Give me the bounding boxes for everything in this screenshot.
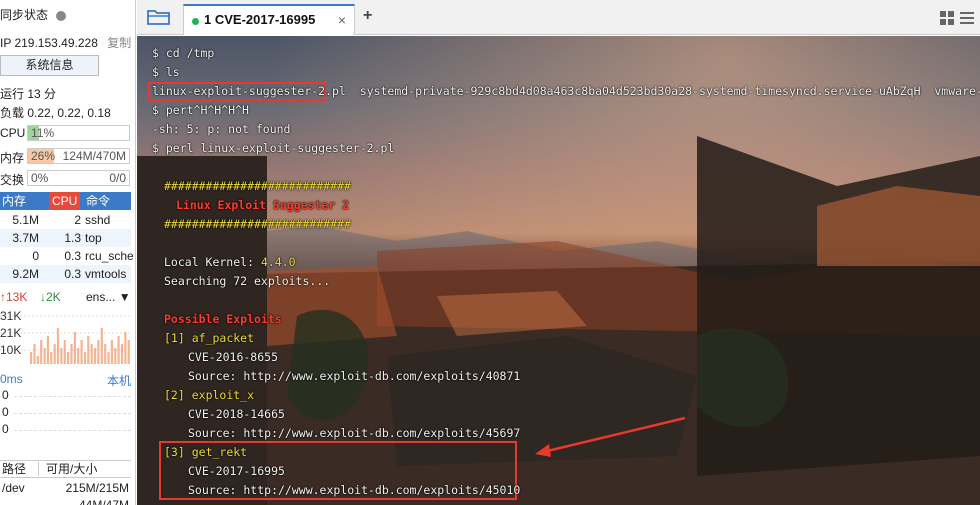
banner-line: ########################### [164, 217, 351, 231]
terminal-line: $ pert^H^H^H^H [152, 103, 249, 117]
terminal-line: $ cd /tmp [152, 46, 215, 60]
network-bar [60, 348, 63, 364]
disk-row[interactable]: 44M/47M [0, 497, 131, 505]
network-bar [114, 348, 117, 364]
exploit-cve: CVE-2016-8655 [188, 350, 279, 364]
exploit-source: Source: http://www.exploit-db.com/exploi… [188, 369, 521, 383]
network-bar [83, 352, 87, 364]
network-bar [73, 332, 76, 364]
terminal-line: $ perl linux-exploit-suggester-2.pl [152, 141, 395, 155]
network-bar [110, 340, 113, 364]
network-bar [97, 340, 100, 364]
sync-status: 同步状态 [0, 6, 67, 23]
disk-table-header: 路径 可用/大小 [0, 460, 131, 478]
network-bar [77, 348, 80, 364]
network-bar [43, 348, 46, 364]
copy-ip-link[interactable]: 复制 [107, 36, 131, 50]
network-bar [33, 344, 36, 364]
network-bar [56, 328, 60, 364]
network-bar [80, 340, 83, 364]
ip-address: IP 219.153.49.228 [0, 36, 98, 50]
new-tab-button[interactable]: + [363, 7, 372, 25]
exploit-entry: [1] af_packet [164, 331, 255, 345]
tick-label: 10K [0, 343, 21, 357]
terminal-line: linux-exploit-suggester-2.pl systemd-pri… [152, 84, 980, 98]
download-rate: ↓2K [40, 290, 61, 304]
process-row[interactable]: 3.7M 1.3 top [0, 229, 131, 247]
col-command[interactable]: 命令 [86, 192, 110, 210]
network-bar [124, 332, 127, 364]
swap-meter: 0% 0/0 [27, 170, 130, 186]
load-average: 负载 0.22, 0.22, 0.18 [0, 106, 111, 120]
connected-dot-icon [192, 18, 199, 25]
possible-exploits-heading: Possible Exploits [164, 312, 282, 326]
terminal-line: Searching 72 exploits... [164, 274, 331, 288]
mem-label: 内存 [0, 151, 25, 165]
exploit-entry: [2] exploit_x [164, 388, 255, 402]
banner-title: Linux Exploit Suggester 2 [176, 198, 350, 212]
exploit-cve: CVE-2017-16995 [188, 464, 285, 478]
uptime: 运行 13 分 [0, 87, 57, 101]
network-bar [87, 336, 90, 364]
tick-label: 21K [0, 326, 21, 340]
network-bar [40, 340, 43, 364]
terminal-line: -sh: 5: p: not found [152, 122, 291, 136]
close-tab-icon[interactable]: × [338, 12, 346, 28]
latency-chart: 0 0 0 [0, 388, 131, 444]
cpu-label: CPU [0, 126, 26, 140]
network-bar [46, 336, 49, 364]
network-summary: ↑13K ↓2K ens... ▼ [0, 290, 131, 308]
network-bar [100, 328, 103, 364]
network-bar [70, 344, 73, 364]
network-chart: 31K 21K 10K [0, 308, 131, 366]
upload-rate: ↑13K [0, 290, 28, 304]
network-bar [36, 356, 39, 364]
network-bar [67, 352, 70, 364]
terminal-line: $ ls [152, 65, 180, 79]
cpu-meter: 11% [27, 125, 130, 141]
tab-bar: 1 CVE-2017-16995 × + [137, 0, 980, 35]
exploit-entry: [3] get_rekt [164, 445, 248, 459]
latency-target[interactable]: 本机 [107, 372, 131, 389]
tab-label: 1 CVE-2017-16995 [204, 12, 316, 27]
col-mem[interactable]: 内存 [2, 192, 26, 210]
network-bar [50, 352, 53, 364]
tick-label: 31K [0, 309, 21, 323]
system-info-button[interactable]: 系统信息 [0, 55, 99, 76]
banner-line: ########################### [164, 179, 351, 193]
grid-icon[interactable] [940, 11, 954, 25]
swap-label: 交换 [0, 173, 25, 187]
ip-row: IP 219.153.49.228 复制 [0, 34, 131, 51]
network-bar [120, 344, 124, 364]
terminal[interactable]: $ cd /tmp $ ls linux-exploit-suggester-2… [137, 36, 980, 505]
network-bar [94, 348, 97, 364]
network-bar [104, 344, 107, 364]
network-bar [117, 336, 120, 364]
network-chart-svg: 31K 21K 10K [0, 309, 131, 364]
col-cpu[interactable]: CPU [49, 192, 81, 210]
menu-icon[interactable] [960, 11, 974, 25]
network-bar [127, 340, 130, 364]
network-bar [90, 344, 93, 364]
mem-meter: 26% 124M/470M [27, 148, 130, 164]
kernel-line: Local Kernel: 4.4.0 [164, 255, 296, 269]
process-row[interactable]: 0 0.3 rcu_sche [0, 247, 133, 265]
dropdown-arrow-icon: ▼ [118, 290, 131, 304]
network-bar [63, 340, 66, 364]
exploit-source: Source: http://www.exploit-db.com/exploi… [188, 483, 521, 497]
disk-row[interactable]: /dev 215M/215M [0, 480, 131, 497]
network-bar [107, 352, 110, 364]
status-dot-icon [56, 10, 67, 21]
exploit-cve: CVE-2018-14665 [188, 407, 285, 421]
network-bar [30, 352, 33, 364]
process-table-header: 内存 CPU 命令 [0, 192, 131, 210]
network-interface-select[interactable]: ens... ▼ [86, 290, 131, 304]
folder-icon[interactable] [147, 8, 171, 26]
process-row[interactable]: 5.1M 2 sshd [0, 211, 131, 229]
network-bar [53, 344, 56, 364]
server-sidebar: 同步状态 IP 219.153.49.228 复制 系统信息 运行 13 分 负… [0, 0, 136, 505]
process-row[interactable]: 9.2M 0.3 vmtools [0, 265, 131, 283]
exploit-source: Source: http://www.exploit-db.com/exploi… [188, 426, 521, 440]
tab-cve-2017-16995[interactable]: 1 CVE-2017-16995 × [183, 4, 355, 35]
